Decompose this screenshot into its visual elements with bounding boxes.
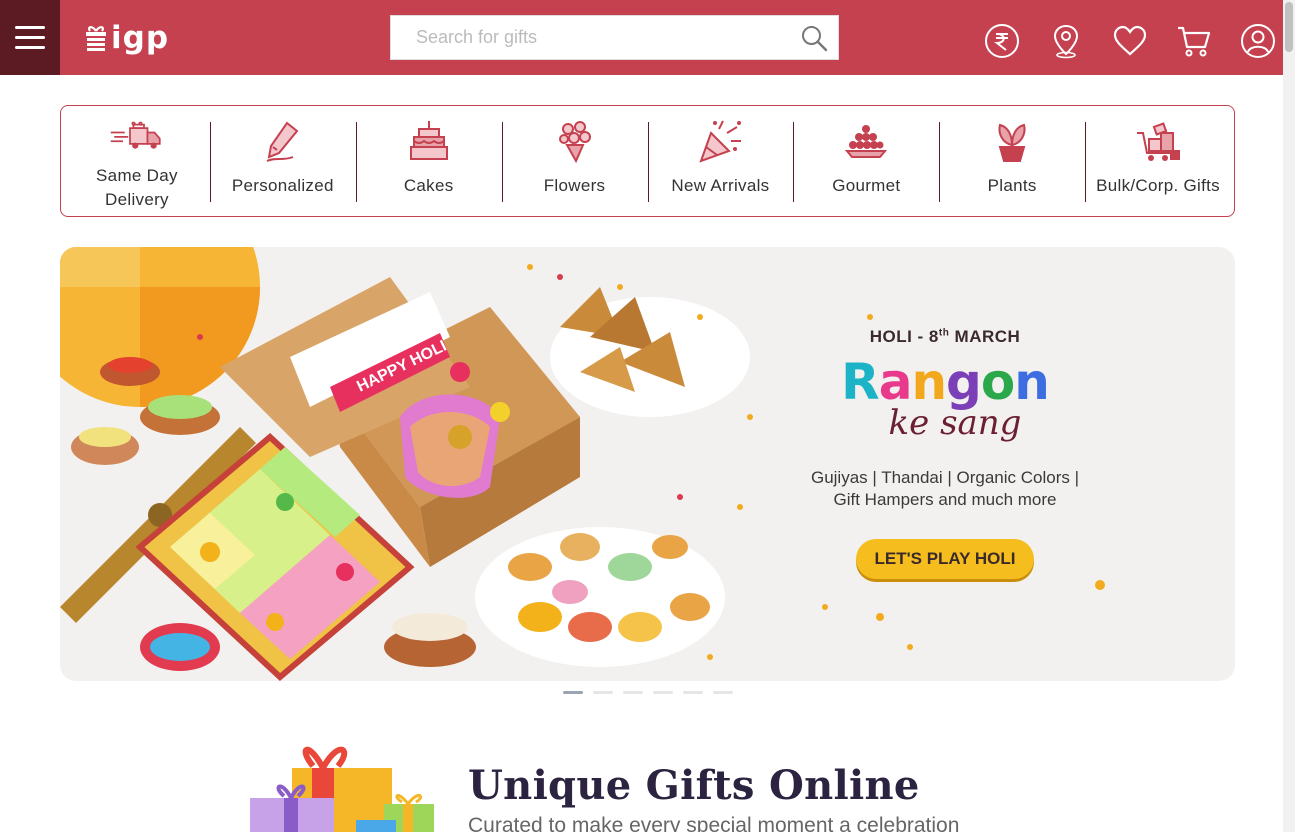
- carousel-dot[interactable]: [563, 691, 583, 694]
- banner-date-suffix: th: [938, 327, 950, 339]
- banner-date: HOLI - 8th MARCH: [790, 327, 1100, 347]
- vertical-scrollbar[interactable]: [1283, 0, 1295, 832]
- section-subtitle: Curated to make every special moment a c…: [468, 814, 960, 832]
- banner-date-month: MARCH: [949, 327, 1021, 346]
- scrollbar-thumb[interactable]: [1285, 2, 1293, 52]
- rupee-currency-icon: [985, 24, 1019, 58]
- section-title: Unique Gifts Online: [468, 762, 920, 809]
- banner-description: Gujiyas | Thandai | Organic Colors | Gif…: [790, 467, 1100, 511]
- category-label: Bulk/Corp. Gifts: [1096, 176, 1220, 195]
- carousel-dots: [563, 691, 733, 694]
- gift-cart-icon: [1130, 118, 1186, 164]
- menu-bar: [15, 46, 45, 49]
- banner-desc-line-1: Gujiyas | Thandai | Organic Colors |: [810, 468, 1080, 487]
- holi-promo-banner[interactable]: HAPPY HOLI HOLI - 8th MARCH Rangon ke sa…: [60, 247, 1235, 681]
- shopping-cart-icon: [1178, 26, 1211, 57]
- category-label: New Arrivals: [671, 176, 770, 195]
- menu-bar: [15, 26, 45, 29]
- category-label: Gourmet: [832, 176, 901, 195]
- gift-logo-icon: [86, 26, 106, 51]
- search-bar: [390, 15, 839, 60]
- bouquet-icon: [547, 118, 603, 164]
- cake-icon: [401, 118, 457, 164]
- delivery-truck-icon: [109, 118, 165, 154]
- search-icon[interactable]: [800, 24, 828, 52]
- paper-fan: [60, 247, 260, 407]
- carousel-dot[interactable]: [713, 691, 733, 694]
- menu-bar: [15, 36, 45, 39]
- pencil-personalize-icon: [255, 118, 311, 164]
- carousel-dot[interactable]: [623, 691, 643, 694]
- category-label: Personalized: [231, 176, 334, 195]
- banner-text-block: HOLI - 8th MARCH Rangon ke sang Gujiyas …: [790, 327, 1100, 579]
- account-button[interactable]: [1239, 22, 1277, 60]
- category-personalized[interactable]: Personalized: [209, 106, 356, 216]
- location-button[interactable]: [1047, 22, 1085, 60]
- heart-wishlist-icon: [1113, 25, 1147, 56]
- category-flowers[interactable]: Flowers: [501, 106, 648, 216]
- search-input[interactable]: [391, 16, 791, 59]
- category-new-arrivals[interactable]: New Arrivals: [647, 106, 794, 216]
- category-same-day-delivery[interactable]: Same Day Delivery: [64, 106, 210, 216]
- hamburger-menu-button[interactable]: [0, 0, 60, 75]
- wishlist-button[interactable]: [1111, 22, 1149, 60]
- banner-hamper-illustration: HAPPY HOLI: [60, 247, 753, 681]
- samosa-plate: [550, 287, 750, 417]
- carousel-dot[interactable]: [683, 691, 703, 694]
- banner-title-letter: R: [841, 353, 880, 411]
- igp-logo[interactable]: igp: [84, 16, 169, 60]
- carousel-dot[interactable]: [593, 691, 613, 694]
- category-cakes[interactable]: Cakes: [355, 106, 502, 216]
- category-label: Plants: [987, 176, 1037, 195]
- potted-plant-icon: [984, 118, 1040, 164]
- gift-boxes-illustration: [248, 740, 438, 832]
- category-strip: Same Day Delivery Personalized Cakes Flo…: [60, 105, 1235, 217]
- banner-date-day: HOLI - 8: [869, 327, 939, 346]
- user-account-icon: [1241, 24, 1275, 58]
- location-pin-icon: [1053, 24, 1079, 59]
- top-header: igp: [0, 0, 1283, 75]
- currency-button[interactable]: [983, 22, 1021, 60]
- category-gourmet[interactable]: Gourmet: [793, 106, 939, 216]
- category-label: Same Day Delivery: [96, 166, 178, 209]
- category-label: Cakes: [403, 176, 454, 195]
- category-plants[interactable]: Plants: [939, 106, 1085, 216]
- category-label: Flowers: [543, 176, 606, 195]
- carousel-dot[interactable]: [653, 691, 673, 694]
- sweets-plate-icon: [838, 118, 894, 164]
- logo-text: igp: [111, 20, 170, 56]
- category-bulk-corp-gifts[interactable]: Bulk/Corp. Gifts: [1085, 106, 1231, 216]
- banner-desc-line-2: Gift Hampers and much more: [833, 490, 1057, 509]
- party-popper-icon: [692, 118, 748, 164]
- lets-play-holi-button[interactable]: LET'S PLAY HOLI: [856, 539, 1034, 579]
- header-actions: [983, 22, 1277, 60]
- cart-button[interactable]: [1175, 22, 1213, 60]
- gujiya-plate: [475, 527, 725, 667]
